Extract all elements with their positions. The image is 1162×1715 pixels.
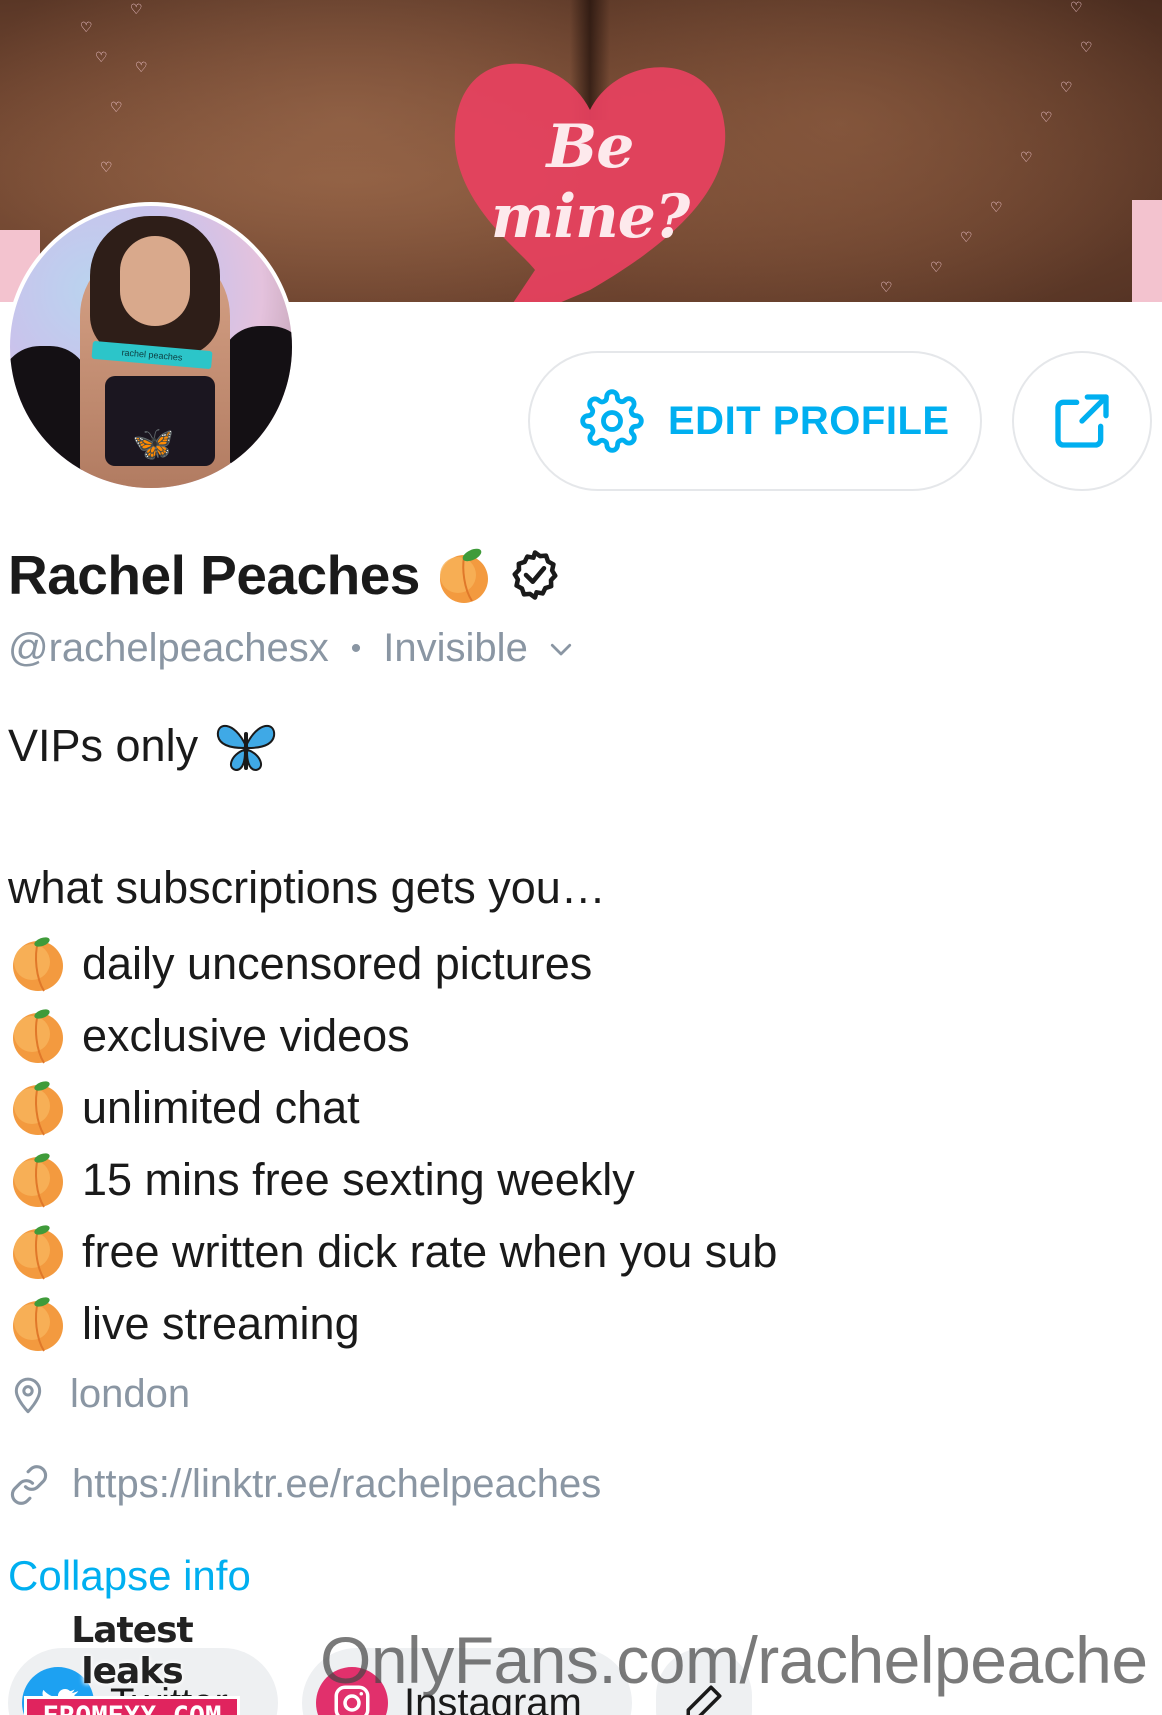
peach-icon <box>439 548 488 603</box>
heart-sparkle-icon: ♡ <box>1040 109 1053 125</box>
heart-sparkle-icon: ♡ <box>1020 149 1033 165</box>
bio-list-item-text: free written dick rate when you sub <box>82 1226 778 1277</box>
gear-icon <box>580 389 644 453</box>
bio-intro: what subscriptions gets you… <box>8 862 606 914</box>
heart-sparkle-icon: ♡ <box>880 279 893 295</box>
butterfly-icon <box>217 725 276 772</box>
profile-page: Be mine? ♡ ♡ ♡ ♡ ♡ ♡ ♡ ♡ ♡ ♡ ♡ ♡ ♡ ♡ ♡ r… <box>0 0 1162 1715</box>
heart-sparkle-icon: ♡ <box>1080 39 1093 55</box>
bio-list-item: unlimited chat <box>8 1078 360 1138</box>
profile-name: Rachel Peaches <box>8 544 420 606</box>
cover-edge <box>1132 200 1162 302</box>
separator-dot: • <box>350 631 362 665</box>
profile-name-row: Rachel Peaches <box>8 543 562 607</box>
avatar-detail <box>120 236 190 326</box>
share-icon <box>1055 394 1109 448</box>
bio-list-item-text: live streaming <box>82 1298 360 1349</box>
heart-sparkle-icon: ♡ <box>960 229 973 245</box>
share-button[interactable] <box>1012 351 1152 491</box>
watermark-url: OnlyFans.com/rachelpeache <box>320 1623 1148 1697</box>
edit-profile-label: EDIT PROFILE <box>668 398 950 443</box>
peach-icon <box>13 1081 63 1136</box>
location-row: london <box>8 1372 190 1417</box>
heart-sparkle-icon: ♡ <box>930 259 943 275</box>
website-row: https://linktr.ee/rachelpeaches <box>8 1462 601 1507</box>
bio-list-item: 15 mins free sexting weekly <box>8 1150 635 1210</box>
link-icon <box>10 1464 48 1505</box>
avatar-detail <box>220 326 292 476</box>
heart-sparkle-icon: ♡ <box>1060 79 1073 95</box>
watermark-badge-bottom: EROMEXX.COM <box>24 1696 240 1715</box>
bio-list-item-text: 15 mins free sexting weekly <box>82 1154 635 1205</box>
heart-sparkle-icon: ♡ <box>95 49 108 65</box>
collapse-info-link[interactable]: Collapse info <box>8 1552 251 1600</box>
bio-headline: VIPs only <box>8 720 199 771</box>
peach-icon <box>13 937 63 992</box>
handle-row: @rachelpeachesx • Invisible <box>8 626 576 671</box>
watermark-badge-top: Latest leaks <box>71 1610 194 1692</box>
avatar[interactable]: rachel peaches 🦋 <box>6 202 296 492</box>
heart-sparkle-icon: ♡ <box>80 19 93 35</box>
peach-icon <box>13 1153 63 1208</box>
heart-sparkle-icon: ♡ <box>130 1 143 17</box>
butterfly-icon: 🦋 <box>132 425 175 463</box>
profile-handle: @rachelpeachesx <box>8 626 329 670</box>
peach-icon <box>13 1225 63 1280</box>
website-link[interactable]: https://linktr.ee/rachelpeaches <box>72 1462 601 1507</box>
bio-list-item: exclusive videos <box>8 1006 410 1066</box>
bio-list-item: live streaming <box>8 1294 360 1354</box>
bio-intro-text: what subscriptions gets you… <box>8 862 606 913</box>
watermark-badge: Latest leaks EROMEXX.COM <box>24 1610 240 1715</box>
bio-list-item-text: exclusive videos <box>82 1010 410 1061</box>
heart-sparkle-icon: ♡ <box>110 99 123 115</box>
chevron-down-icon[interactable] <box>546 634 576 664</box>
verified-badge-icon <box>512 550 558 600</box>
location-pin-icon <box>14 1377 42 1413</box>
location-text: london <box>70 1372 191 1416</box>
heart-sparkle-icon: ♡ <box>100 159 113 175</box>
bio-list-item-text: daily uncensored pictures <box>82 938 593 989</box>
bio-headline-row: VIPs only <box>8 718 278 774</box>
bio-list-item-text: unlimited chat <box>82 1082 360 1133</box>
bubble-text: Be mine? <box>490 112 690 252</box>
heart-sparkle-icon: ♡ <box>135 59 148 75</box>
avatar-detail <box>10 346 90 486</box>
peach-icon <box>13 1009 63 1064</box>
edit-profile-button[interactable]: EDIT PROFILE <box>528 351 982 491</box>
status-dropdown[interactable]: Invisible <box>383 626 528 671</box>
peach-icon <box>13 1297 63 1352</box>
bio-list-item: daily uncensored pictures <box>8 934 592 994</box>
bio-list-item: free written dick rate when you sub <box>8 1222 777 1282</box>
heart-sparkle-icon: ♡ <box>1070 0 1083 15</box>
heart-sparkle-icon: ♡ <box>990 199 1003 215</box>
